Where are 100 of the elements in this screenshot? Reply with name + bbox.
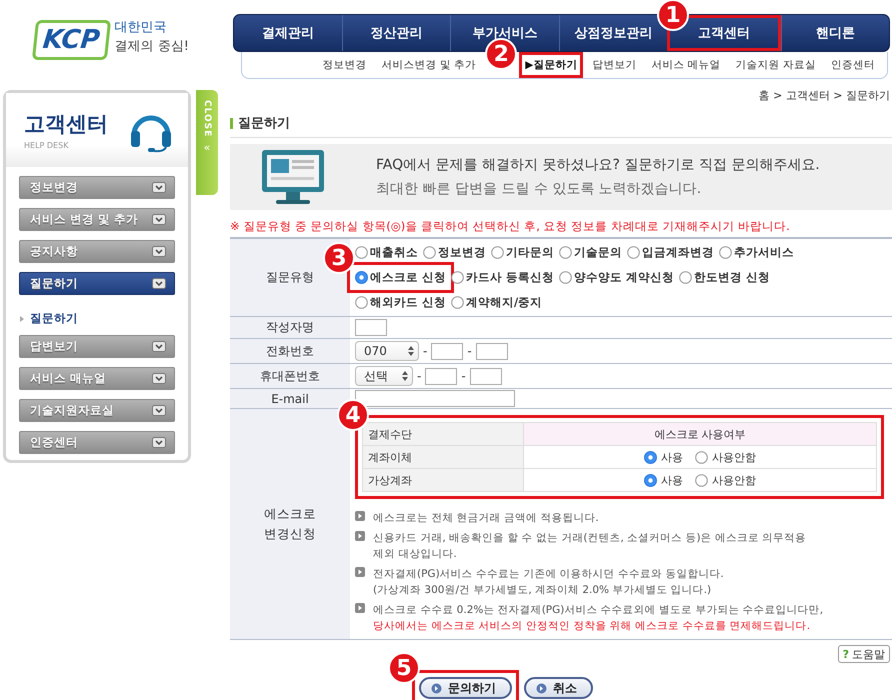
radio-option[interactable]: 사용안함	[695, 450, 756, 464]
radio-icon	[559, 271, 572, 284]
radio-icon	[355, 246, 368, 259]
logo-tagline: 결제의 중심!	[114, 38, 189, 56]
radio-option[interactable]: 양수양도 계약신청	[559, 270, 674, 285]
radio-option[interactable]: 사용	[644, 450, 683, 464]
number-input[interactable]	[470, 368, 502, 384]
radio-option[interactable]: 에스크로 신청	[355, 270, 446, 285]
radio-icon	[355, 271, 368, 284]
nav-tab[interactable]: 정산관리	[342, 15, 450, 51]
email-input[interactable]	[355, 390, 515, 407]
chevron-down-icon	[152, 278, 166, 289]
area-code-select[interactable]: 070	[355, 341, 419, 361]
bullet-icon	[355, 511, 365, 521]
radio-icon	[695, 450, 708, 464]
step-badge: 5	[388, 652, 420, 684]
radio-option[interactable]: 기타문의	[491, 245, 554, 260]
field-label: 에스크로 변경신청	[263, 505, 317, 543]
chevron-down-icon	[152, 405, 166, 416]
chevron-down-icon	[152, 437, 166, 448]
radio-icon	[719, 246, 732, 259]
radio-option[interactable]: 정보변경	[423, 245, 486, 260]
sub-nav-link[interactable]: ▶질문하기	[525, 58, 578, 72]
radio-option[interactable]: 계약해지/중지	[451, 295, 542, 310]
menu-label: 서비스 변경 및 추가	[30, 212, 138, 227]
title-marker	[230, 118, 233, 128]
radio-option[interactable]: 한도변경 신청	[679, 270, 770, 285]
name-input[interactable]	[355, 319, 387, 336]
bullet-icon	[355, 603, 365, 613]
sub-nav-link[interactable]: 서비스 메뉴얼	[651, 58, 721, 72]
sub-nav-link[interactable]: 기술지원 자료실	[736, 58, 816, 72]
radio-option[interactable]: 입금계좌변경	[627, 245, 714, 260]
sub-nav-link[interactable]: 인증센터	[831, 58, 875, 72]
sub-nav-link[interactable]: 정보변경	[322, 58, 367, 72]
form-button[interactable]: 취소	[524, 677, 593, 699]
radio-icon	[644, 474, 657, 486]
radio-option[interactable]: 해외카드 신청	[355, 295, 446, 310]
number-input[interactable]	[476, 342, 508, 360]
note-text: 신용카드 거래, 배송확인을 할 수 없는 거래(컨텐츠, 소셜커머스 등)은 에스크로 의무적용	[373, 531, 806, 545]
submenu-link[interactable]: 질문하기	[30, 311, 78, 326]
radio-option[interactable]: 추가서비스	[719, 245, 794, 260]
sidebar-menu-item[interactable]: 질문하기	[19, 272, 175, 295]
kcp-logo[interactable]: KCP	[32, 20, 111, 60]
radio-icon	[423, 246, 436, 259]
number-input[interactable]	[431, 342, 464, 360]
monitor-icon	[260, 148, 326, 206]
radio-option[interactable]: 사용안함	[695, 472, 756, 488]
menu-label: 질문하기	[30, 276, 78, 291]
menu-label: 공지사항	[30, 244, 78, 259]
arrow-circle-icon	[536, 682, 547, 694]
close-arrow: «	[204, 141, 210, 154]
number-input[interactable]	[425, 368, 458, 384]
field-label: 질문유형	[266, 269, 314, 286]
step-badge: 1	[657, 0, 689, 31]
page-title: 질문하기	[238, 115, 290, 132]
radio-icon	[451, 271, 464, 284]
column-header: 에스크로 사용여부	[524, 422, 876, 446]
field-label: 작성자명	[266, 319, 314, 336]
note-text: 당사에서는 에스크로 서비스의 안정적인 정착을 위해 에스크로 수수료를 면제해드립니다.	[373, 619, 812, 633]
radio-option[interactable]: 카드사 등록신청	[451, 270, 554, 285]
radio-option[interactable]: 기술문의	[559, 245, 622, 260]
table-cell: 가상계좌	[362, 468, 524, 492]
note-text: 에스크로는 전체 현금거래 금액에 적용됩니다.	[373, 511, 599, 525]
arrow-circle-icon	[431, 682, 442, 694]
sub-nav-link[interactable]: 서비스변경 및 추가	[382, 58, 476, 72]
menu-label: 서비스 매뉴얼	[30, 371, 106, 386]
radio-icon	[644, 450, 657, 464]
carrier-select[interactable]: 선택	[355, 366, 413, 386]
note-text: 전자결제(PG)서비스 수수료는 기존에 이용하시던 수수료와 동일합니다.	[373, 567, 724, 581]
spinner-icon	[408, 346, 414, 356]
help-button[interactable]: ? 도움말	[838, 645, 890, 663]
table-cell: 계좌이체	[362, 446, 524, 468]
step-badge: 2	[485, 38, 518, 70]
separator: -	[417, 369, 422, 383]
notice-text: ※ 질문유형 중 문의하실 항목(◎)을 클릭하여 선택하신 후, 요청 정보를 차례대로 기재해주시기 바랍니다.	[230, 219, 791, 234]
radio-icon	[355, 296, 368, 309]
chevron-down-icon	[152, 246, 166, 257]
sidebar-title: 고객센터	[24, 111, 108, 138]
form-button[interactable]: 문의하기	[419, 677, 512, 699]
bullet-arrow-icon	[20, 316, 24, 322]
breadcrumb: 홈 > 고객센터 > 질문하기	[758, 88, 891, 104]
radio-option[interactable]: 매출취소	[355, 245, 418, 260]
note-text: 제외 대상입니다.	[373, 547, 458, 561]
sub-nav-link[interactable]: 답변보기	[592, 58, 636, 72]
sidebar-subtitle: HELP DESK	[24, 141, 70, 150]
nav-tab[interactable]: 핸디론	[780, 15, 889, 51]
note-text: 에스크로 수수료 0.2%는 전자결제(PG)서비스 수수료외에 별도로 부가되는 수수료입니다만,	[373, 603, 824, 617]
nav-tab[interactable]: 결제관리	[234, 15, 342, 51]
radio-icon	[559, 246, 572, 259]
menu-label: 기술지원자료실	[30, 403, 114, 418]
chevron-down-icon	[152, 373, 166, 384]
radio-icon	[491, 246, 504, 259]
radio-icon	[679, 271, 692, 284]
field-label: 전화번호	[266, 342, 314, 360]
close-label: CLOSE	[202, 100, 212, 138]
spinner-icon	[402, 371, 408, 381]
logo-tagline: 대한민국	[114, 19, 168, 37]
menu-label: 정보변경	[30, 180, 78, 195]
note-text: (가상계좌 300원/건 부가세별도, 계좌이체 2.0% 부가세별도 입니다.)	[373, 583, 712, 597]
radio-option[interactable]: 사용	[644, 472, 683, 488]
